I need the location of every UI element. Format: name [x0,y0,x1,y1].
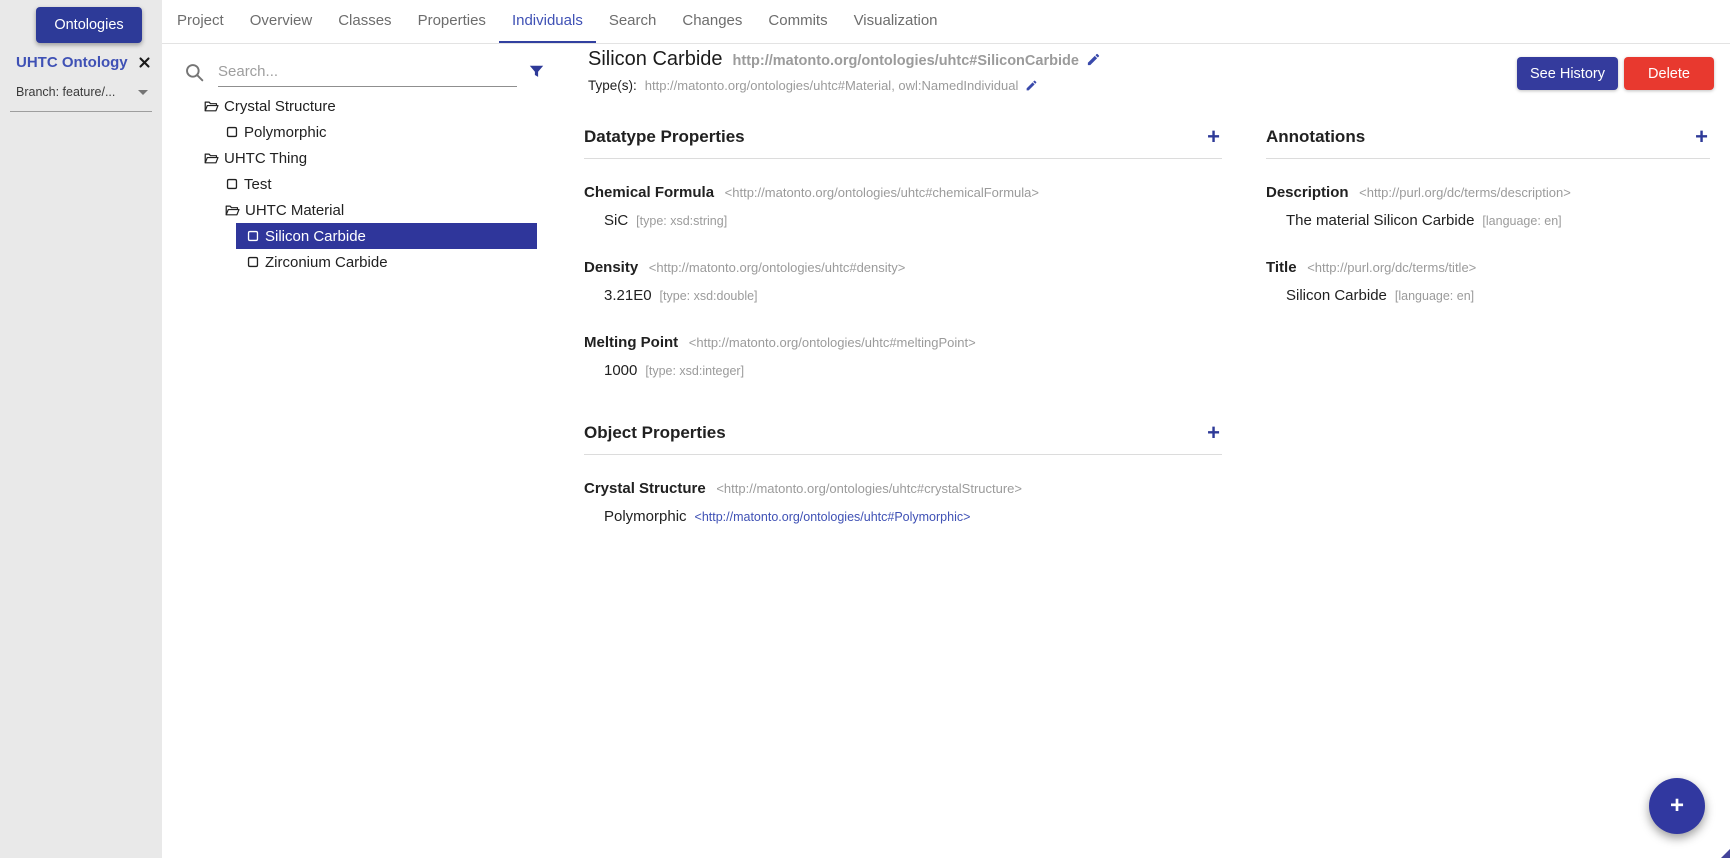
folder-open-icon [204,151,219,166]
individual-square-icon [225,177,239,191]
property-value: The material Silicon Carbide [1286,212,1474,229]
datatype-properties-section: Datatype Properties + Chemical Formula <… [584,126,1222,380]
tab-overview[interactable]: Overview [237,0,326,43]
individual-header: Silicon Carbide http://matonto.org/ontol… [588,48,1101,93]
divider [584,454,1222,455]
property-meta: [language: en] [1482,214,1561,228]
property-iri: <http://matonto.org/ontologies/uhtc#dens… [645,260,905,275]
property-value: Polymorphic [604,508,687,525]
tree-item-uhtc-material[interactable]: UHTC Material [162,197,554,223]
property-meta: <http://matonto.org/ontologies/uhtc#Poly… [695,510,971,524]
property-name: Title [1266,259,1297,276]
tab-visualization[interactable]: Visualization [841,0,951,43]
property-name: Crystal Structure [584,480,706,497]
section-title: Datatype Properties [584,126,745,148]
property-block: Melting Point <http://matonto.org/ontolo… [584,333,1222,380]
search-input[interactable] [218,63,517,87]
section-title: Object Properties [584,422,726,444]
edit-types-icon[interactable] [1025,79,1038,92]
tab-commits[interactable]: Commits [755,0,840,43]
tab-individuals[interactable]: Individuals [499,0,596,43]
tree-item-uhtc-thing[interactable]: UHTC Thing [162,145,554,171]
individual-square-icon [246,255,260,269]
add-datatype-property-icon[interactable]: + [1205,127,1222,147]
add-annotation-icon[interactable]: + [1693,127,1710,147]
see-history-button[interactable]: See History [1517,57,1618,90]
tab-changes[interactable]: Changes [669,0,755,43]
ontologies-button[interactable]: Ontologies [36,7,142,43]
types-value: http://matonto.org/ontologies/uhtc#Mater… [645,78,1019,93]
annotations-column: Annotations + Description <http://purl.o… [1266,126,1710,305]
folder-open-icon [204,99,219,114]
tree-item-label: Polymorphic [244,124,327,141]
create-individual-fab[interactable]: + [1649,778,1705,834]
property-iri: <http://matonto.org/ontologies/uhtc#chem… [721,185,1039,200]
divider [1266,158,1710,159]
chevron-down-icon [138,90,148,95]
tree-item-label: Zirconium Carbide [265,254,388,271]
folder-open-icon [225,203,240,218]
ontology-name: UHTC Ontology [16,54,128,71]
section-title: Annotations [1266,126,1365,148]
tab-search[interactable]: Search [596,0,670,43]
search-icon [185,63,204,82]
edit-iri-icon[interactable] [1086,52,1101,67]
close-ontology-icon[interactable] [139,57,150,68]
tree-item-test[interactable]: Test [162,171,554,197]
entity-tree-panel: Crystal Structure Polymorphic UHTC Thing… [162,44,554,275]
tree-item-label: UHTC Material [245,202,344,219]
types-label: Type(s): [588,78,637,93]
individual-square-icon [225,125,239,139]
property-value: Silicon Carbide [1286,287,1387,304]
property-value: 3.21E0 [604,287,652,304]
property-block: Crystal Structure <http://matonto.org/on… [584,479,1222,526]
property-block: Description <http://purl.org/dc/terms/de… [1266,183,1710,230]
tab-properties[interactable]: Properties [405,0,499,43]
page-title: Silicon Carbide [588,48,723,71]
object-properties-section: Object Properties + Crystal Structure <h… [584,422,1222,526]
tree-item-label: Crystal Structure [224,98,336,115]
property-iri: <http://purl.org/dc/terms/description> [1356,185,1571,200]
branch-label: Branch: feature/... [16,85,115,99]
property-block: Chemical Formula <http://matonto.org/ont… [584,183,1222,230]
tree-item-label: Test [244,176,272,193]
property-name: Chemical Formula [584,184,714,201]
property-block: Title <http://purl.org/dc/terms/title> S… [1266,258,1710,305]
property-name: Description [1266,184,1349,201]
property-value: 1000 [604,362,637,379]
resize-grip-icon [1721,849,1730,858]
property-name: Density [584,259,638,276]
add-object-property-icon[interactable]: + [1205,423,1222,443]
delete-button[interactable]: Delete [1624,57,1714,90]
property-iri: <http://matonto.org/ontologies/uhtc#crys… [713,481,1022,496]
property-iri: <http://purl.org/dc/terms/title> [1304,260,1477,275]
property-meta: [type: xsd:double] [660,289,758,303]
tab-classes[interactable]: Classes [325,0,404,43]
tree-item-label: UHTC Thing [224,150,307,167]
properties-column: Datatype Properties + Chemical Formula <… [584,126,1222,526]
tree-item-silicon-carbide[interactable]: Silicon Carbide [236,223,537,249]
property-meta: [language: en] [1395,289,1474,303]
tree-item-zirconium-carbide[interactable]: Zirconium Carbide [162,249,554,275]
branch-selector[interactable]: Branch: feature/... [16,85,148,99]
individual-iri: http://matonto.org/ontologies/uhtc#Silic… [733,53,1079,69]
tree-item-crystal-structure[interactable]: Crystal Structure [162,93,554,119]
property-iri: <http://matonto.org/ontologies/uhtc#melt… [685,335,976,350]
sidebar-divider [10,111,152,112]
divider [584,158,1222,159]
property-meta: [type: xsd:string] [636,214,727,228]
left-sidebar: Ontologies UHTC Ontology Branch: feature… [0,0,162,858]
tree-item-label: Silicon Carbide [265,228,366,245]
annotations-section: Annotations + Description <http://purl.o… [1266,126,1710,305]
tab-project[interactable]: Project [164,0,237,43]
property-block: Density <http://matonto.org/ontologies/u… [584,258,1222,305]
filter-icon[interactable] [529,65,544,78]
tab-bar: ProjectOverviewClassesPropertiesIndividu… [162,0,1730,44]
property-name: Melting Point [584,334,678,351]
property-value: SiC [604,212,628,229]
tree: Crystal Structure Polymorphic UHTC Thing… [162,93,554,275]
tree-item-polymorphic[interactable]: Polymorphic [162,119,554,145]
property-meta: [type: xsd:integer] [645,364,744,378]
individual-square-icon [246,229,260,243]
